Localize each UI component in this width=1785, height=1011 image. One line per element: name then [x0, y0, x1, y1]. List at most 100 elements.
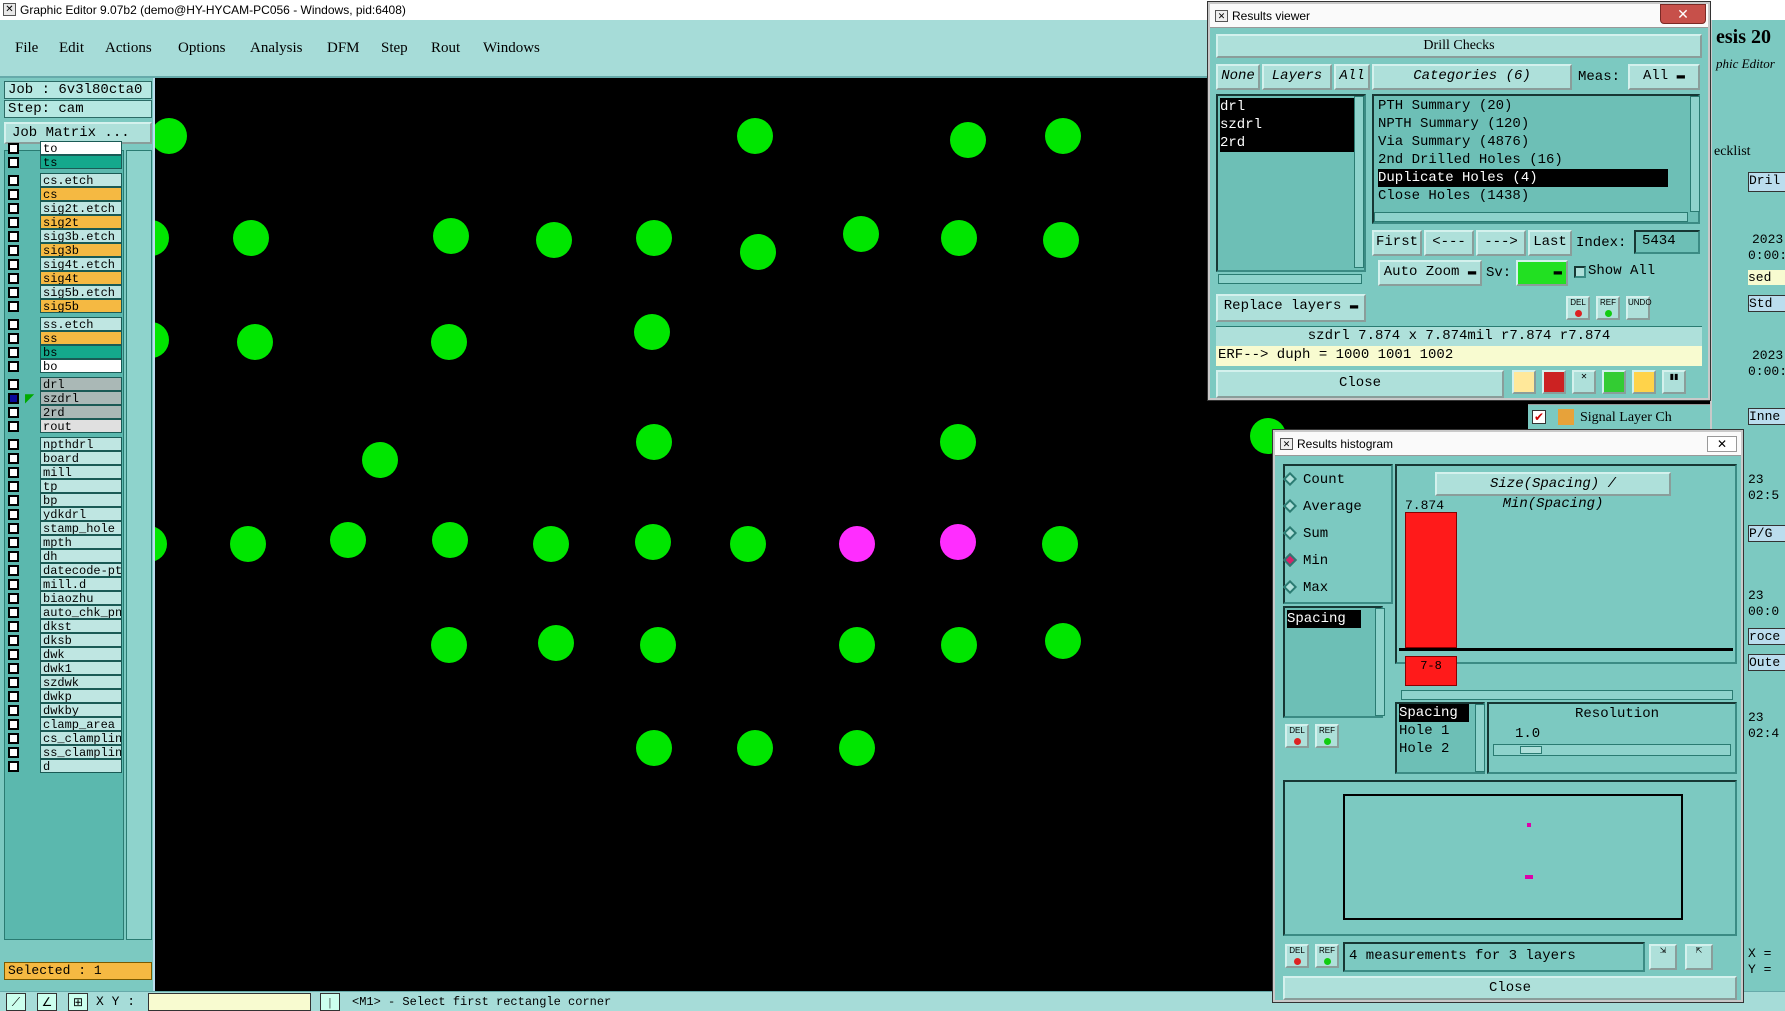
layer-checkbox[interactable]: [8, 453, 19, 464]
drill-hole[interactable]: [155, 118, 187, 154]
drill-hole[interactable]: [843, 216, 879, 252]
layer-row-sig5b[interactable]: sig5b: [4, 299, 122, 313]
sv-color-dropdown[interactable]: ▬: [1516, 260, 1568, 286]
layer-row-drl[interactable]: drl: [4, 377, 122, 391]
layer-checkbox[interactable]: [8, 663, 19, 674]
layer-row-dwkp[interactable]: dwkp: [4, 689, 122, 703]
close-icon[interactable]: ✕: [1707, 436, 1737, 452]
fields-vscroll[interactable]: [1475, 704, 1485, 772]
layer-name[interactable]: board: [40, 451, 122, 465]
layer-checkbox[interactable]: [8, 259, 19, 270]
layer-name[interactable]: sig3b: [40, 243, 122, 257]
layer-checkbox[interactable]: [8, 439, 19, 450]
layer-row-clamp_area[interactable]: clamp_area: [4, 717, 122, 731]
drill-hole[interactable]: [362, 442, 398, 478]
drill-hole[interactable]: [839, 730, 875, 766]
layer-row-mill.d[interactable]: mill.d: [4, 577, 122, 591]
layer-row-auto_chk_pnl[interactable]: auto_chk_pnl: [4, 605, 122, 619]
drill-hole[interactable]: [636, 424, 672, 460]
menu-options[interactable]: Options: [178, 40, 226, 57]
layer-checkbox[interactable]: [8, 495, 19, 506]
refresh-icon[interactable]: REF: [1315, 944, 1339, 968]
layer-name[interactable]: dksb: [40, 633, 122, 647]
layer-checkbox[interactable]: [8, 733, 19, 744]
draw-tool-icon[interactable]: ⟋: [6, 993, 26, 1011]
layer-checkbox[interactable]: [8, 319, 19, 330]
report-icon[interactable]: [1632, 370, 1656, 394]
layer-name[interactable]: dwkby: [40, 703, 122, 717]
layer-checkbox[interactable]: [8, 421, 19, 432]
first-button[interactable]: First: [1372, 230, 1422, 256]
layer-row-bp[interactable]: bp: [4, 493, 122, 507]
layer-name[interactable]: sig4t.etch: [40, 257, 122, 271]
menu-step[interactable]: Step: [381, 40, 408, 57]
layer-row-bo[interactable]: bo: [4, 359, 122, 373]
category-item[interactable]: NPTH Summary (120): [1378, 115, 1529, 133]
layer-name[interactable]: ts: [40, 155, 122, 169]
drill-hole[interactable]: [230, 526, 266, 562]
layer-row-dkst[interactable]: dkst: [4, 619, 122, 633]
layer-name[interactable]: clamp_area: [40, 717, 122, 731]
layer-row-dksb[interactable]: dksb: [4, 633, 122, 647]
layer-row-szdwk[interactable]: szdwk: [4, 675, 122, 689]
layer-name[interactable]: mill: [40, 465, 122, 479]
category-item[interactable]: Close Holes (1438): [1378, 187, 1529, 205]
layer-name[interactable]: rout: [40, 419, 122, 433]
layer-name[interactable]: sig4t: [40, 271, 122, 285]
layer-row-sig2t.etch[interactable]: sig2t.etch: [4, 201, 122, 215]
stat-average-radio[interactable]: Average: [1282, 499, 1362, 515]
layer-checkbox[interactable]: [8, 761, 19, 772]
layer-row-sig5b.etch[interactable]: sig5b.etch: [4, 285, 122, 299]
category-item-selected[interactable]: Duplicate Holes (4): [1378, 169, 1668, 187]
layer-item-szdrl[interactable]: szdrl: [1220, 116, 1360, 134]
show-all-checkbox[interactable]: [1574, 266, 1586, 278]
layer-checkbox[interactable]: [8, 747, 19, 758]
layer-row-datecode-pte[interactable]: datecode-pte: [4, 563, 122, 577]
layer-checkbox[interactable]: [8, 481, 19, 492]
layer-checkbox[interactable]: [8, 301, 19, 312]
meas-dropdown[interactable]: All ▬: [1628, 64, 1700, 90]
drill-hole[interactable]: [940, 424, 976, 460]
layer-row-ss.etch[interactable]: ss.etch: [4, 317, 122, 331]
layer-row-dwkby[interactable]: dwkby: [4, 703, 122, 717]
layer-name[interactable]: cs.etch: [40, 173, 122, 187]
layer-name[interactable]: ss_clampline: [40, 745, 122, 759]
layer-name[interactable]: dwk: [40, 647, 122, 661]
layer-row-board[interactable]: board: [4, 451, 122, 465]
drill-hole[interactable]: [1045, 118, 1081, 154]
layer-name[interactable]: bo: [40, 359, 122, 373]
menu-dfm[interactable]: DFM: [327, 40, 360, 57]
layer-name[interactable]: dwk1: [40, 661, 122, 675]
drill-hole[interactable]: [1045, 623, 1081, 659]
drill-hole[interactable]: [155, 526, 167, 562]
layer-row-sig4t.etch[interactable]: sig4t.etch: [4, 257, 122, 271]
layer-item-drl[interactable]: drl: [1220, 98, 1360, 116]
resolution-slider[interactable]: [1493, 744, 1731, 756]
layer-name[interactable]: cs: [40, 187, 122, 201]
layer-checkbox[interactable]: [8, 593, 19, 604]
close-icon[interactable]: ✕: [1660, 4, 1706, 24]
histogram-icon[interactable]: ▮▮: [1662, 370, 1686, 394]
layer-name[interactable]: bp: [40, 493, 122, 507]
layer-checkbox[interactable]: [8, 565, 19, 576]
layer-name[interactable]: sig5b: [40, 299, 122, 313]
layer-name[interactable]: d: [40, 759, 122, 773]
index-field[interactable]: 5434: [1634, 230, 1700, 254]
highlight-icon[interactable]: [1512, 370, 1536, 394]
drill-hole[interactable]: [233, 220, 269, 256]
drill-hole[interactable]: [941, 627, 977, 663]
layer-name[interactable]: bs: [40, 345, 122, 359]
layer-row-dh[interactable]: dh: [4, 549, 122, 563]
xy-input[interactable]: [148, 993, 311, 1011]
layer-checkbox[interactable]: [8, 523, 19, 534]
layer-row-mill[interactable]: mill: [4, 465, 122, 479]
layer-row-to[interactable]: to: [4, 141, 122, 155]
layer-list-scrollbar[interactable]: [126, 150, 152, 940]
menu-actions[interactable]: Actions: [105, 40, 152, 57]
all-button[interactable]: All: [1334, 64, 1370, 90]
field-item-hole1[interactable]: Hole 1: [1399, 722, 1449, 740]
layer-checkbox[interactable]: [8, 393, 19, 404]
delete-icon[interactable]: DEL: [1285, 724, 1309, 748]
layer-checkbox[interactable]: [8, 407, 19, 418]
layer-row-mpth[interactable]: mpth: [4, 535, 122, 549]
